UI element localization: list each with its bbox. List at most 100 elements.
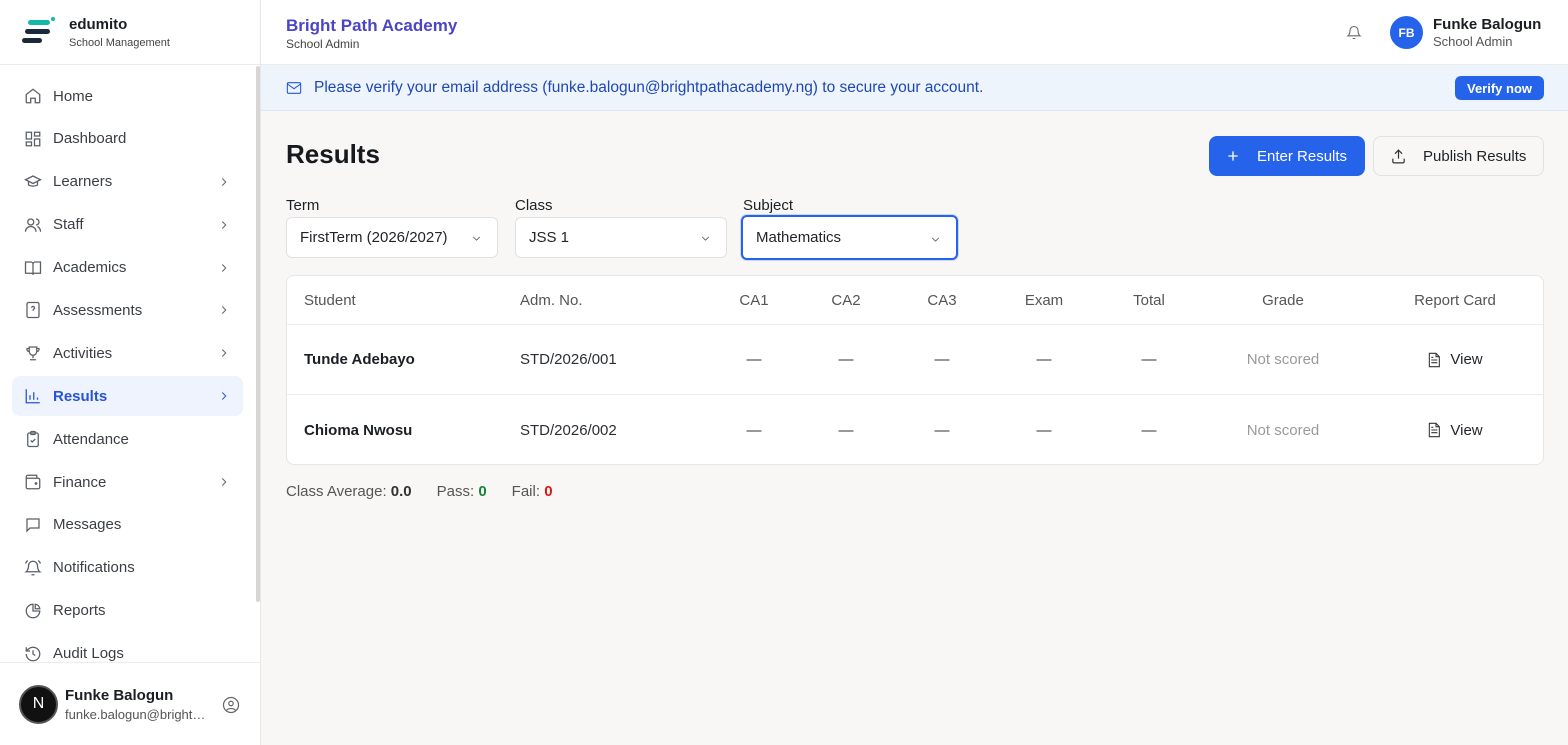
file-question-icon [26, 302, 40, 319]
class-average-value: 0.0 [390, 483, 412, 500]
sidebar-item-home[interactable]: Home [12, 76, 243, 116]
total-score: — [1141, 421, 1157, 439]
brand-name: edumito [69, 15, 128, 33]
sidebar-item-staff[interactable]: Staff [12, 205, 243, 245]
pass-value: 0 [478, 483, 487, 500]
chevron-right-icon [221, 392, 227, 401]
adm-no: STD/2026/001 [520, 351, 617, 368]
sidebar-item-attendance[interactable]: Attendance [12, 419, 243, 459]
sidebar-item-finance[interactable]: Finance [12, 462, 243, 502]
sidebar-item-label: Messages [53, 516, 122, 534]
users-icon [24, 218, 42, 232]
col-total: Total [1133, 291, 1165, 309]
sidebar-item-academics[interactable]: Academics [12, 248, 243, 288]
class-label: Class [515, 197, 553, 214]
page-title: Results [286, 139, 380, 169]
message-icon [26, 518, 40, 533]
user-circle-icon[interactable] [222, 696, 240, 714]
fail-count: Fail: 0 [512, 483, 553, 500]
view-label: View [1450, 351, 1483, 368]
sidebar-item-learners[interactable]: Learners [12, 162, 243, 202]
sidebar-item-label: Notifications [53, 559, 135, 577]
sidebar-item-messages[interactable]: Messages [12, 505, 243, 545]
sidebar-nav: Home Dashboard Learners Staff Academics … [12, 76, 243, 676]
plus-icon [1228, 151, 1238, 161]
enter-results-button[interactable]: Enter Results [1209, 136, 1365, 176]
graduation-cap-icon [24, 175, 42, 187]
sidebar-item-activities[interactable]: Activities [12, 333, 243, 373]
class-select[interactable]: JSS 1 [515, 217, 727, 258]
publish-results-label: Publish Results [1423, 147, 1527, 165]
class-average: Class Average: 0.0 [286, 483, 412, 500]
term-label: Term [286, 197, 320, 214]
brand[interactable]: edumito School Management [0, 0, 260, 65]
bell-ring-icon [24, 559, 42, 576]
sidebar-item-reports[interactable]: Reports [12, 591, 243, 631]
term-value: FirstTerm (2026/2027) [300, 229, 448, 246]
col-report-card: Report Card [1414, 291, 1496, 309]
pie-chart-icon [25, 603, 41, 619]
exam-score: — [1036, 351, 1052, 368]
pass-count: Pass: 0 [437, 483, 487, 500]
total-score: — [1141, 351, 1157, 368]
col-ca3: CA3 [927, 291, 957, 309]
verify-now-button[interactable]: Verify now [1455, 76, 1544, 100]
sidebar-user[interactable]: N Funke Balogun funke.balogun@brightpath… [0, 662, 260, 745]
subject-value: Mathematics [756, 229, 842, 246]
file-text-icon [1429, 422, 1441, 438]
subject-select[interactable]: Mathematics [741, 215, 958, 260]
chevron-down-icon [701, 236, 710, 241]
sidebar-item-notifications[interactable]: Notifications [12, 548, 243, 588]
home-icon [25, 88, 41, 104]
sidebar-item-label: Attendance [53, 430, 129, 448]
grade: Not scored [1246, 421, 1320, 439]
mail-icon [286, 82, 302, 94]
sidebar-item-assessments[interactable]: Assessments [12, 290, 243, 330]
term-select[interactable]: FirstTerm (2026/2027) [286, 217, 498, 258]
view-report-link[interactable]: View [1395, 395, 1515, 465]
history-icon [25, 646, 41, 661]
chevron-right-icon [221, 220, 227, 229]
trophy-icon [26, 346, 40, 361]
avatar[interactable]: FB [1390, 16, 1423, 49]
class-average-label: Class Average: [286, 483, 391, 500]
chevron-right-icon [221, 349, 227, 358]
sidebar-item-label: Home [53, 87, 94, 105]
bell-icon[interactable] [1346, 24, 1362, 41]
col-student: Student [304, 291, 356, 309]
col-ca2: CA2 [831, 291, 861, 309]
brand-subtitle: School Management [69, 36, 170, 49]
header-user-name[interactable]: Funke Balogun [1433, 16, 1541, 33]
sidebar-scrollbar[interactable] [256, 66, 260, 602]
wallet-icon [25, 474, 41, 490]
banner-message: Please verify your email address (funke.… [314, 79, 984, 96]
results-summary: Class Average: 0.0 Pass: 0 Fail: 0 [286, 483, 578, 500]
student-name: Tunde Adebayo [304, 351, 415, 368]
publish-results-button[interactable]: Publish Results [1373, 136, 1544, 176]
fail-label: Fail: [511, 483, 545, 500]
chevron-down-icon [472, 236, 481, 241]
sidebar-user-name: Funke Balogun [65, 686, 174, 704]
ca1-score: — [746, 351, 762, 368]
chevron-right-icon [221, 306, 227, 315]
sidebar-item-results[interactable]: Results [12, 376, 243, 417]
view-label: View [1450, 421, 1483, 439]
ca2-score: — [838, 421, 854, 439]
sidebar-item-dashboard[interactable]: Dashboard [12, 119, 243, 159]
avatar: N [19, 684, 58, 724]
school-role: School Admin [286, 37, 360, 51]
subject-label: Subject [743, 197, 794, 214]
adm-no: STD/2026/002 [520, 421, 617, 439]
pass-label: Pass: [436, 483, 479, 500]
sidebar-item-label: Staff [53, 216, 84, 234]
sidebar-item-label: Learners [53, 173, 113, 191]
ca2-score: — [838, 351, 854, 368]
view-report-link[interactable]: View [1395, 325, 1515, 394]
sidebar-item-label: Results [53, 387, 108, 405]
sidebar-user-email: funke.balogun@brightpathacademy.ng [65, 706, 207, 722]
dashboard-icon [25, 131, 41, 147]
fail-value: 0 [544, 483, 553, 500]
ca1-score: — [746, 421, 762, 439]
sidebar-item-label: Dashboard [53, 130, 127, 148]
sidebar-item-label: Finance [53, 473, 107, 491]
